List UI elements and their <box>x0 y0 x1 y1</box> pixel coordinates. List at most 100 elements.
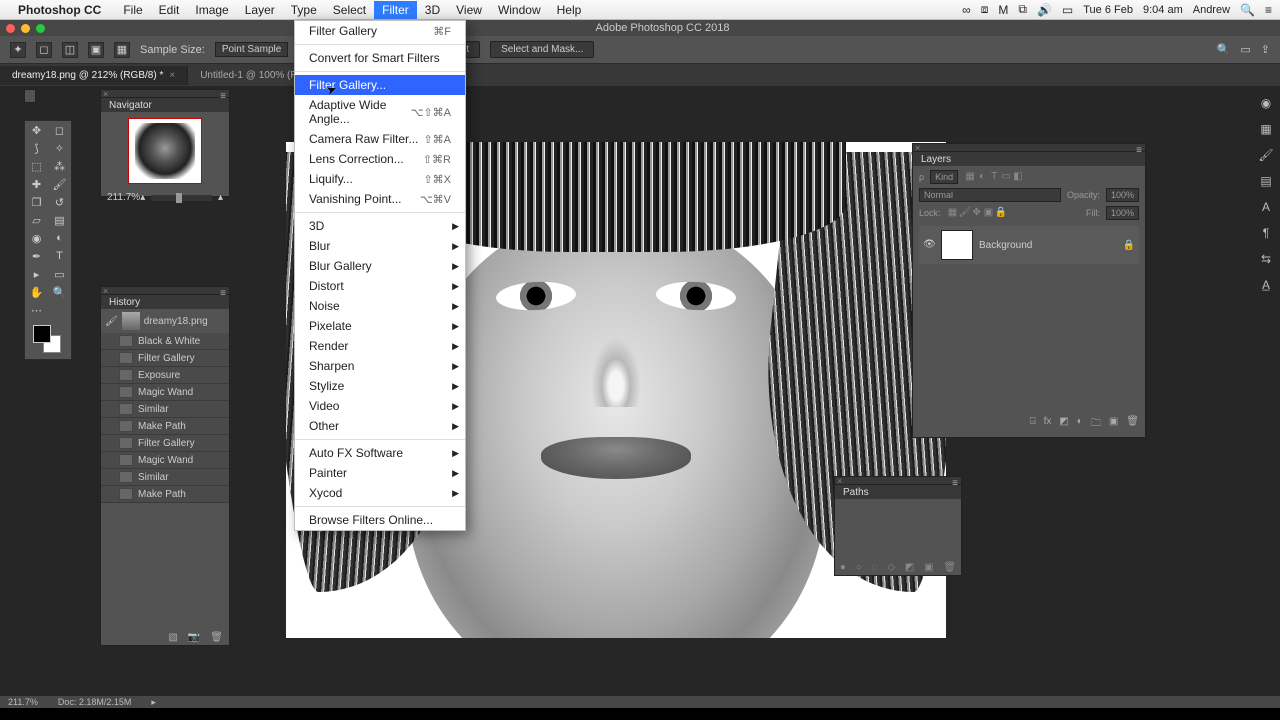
link-layers-icon[interactable]: ⍈ <box>1030 416 1036 433</box>
layer-name[interactable]: Background <box>979 240 1032 251</box>
filter-item[interactable]: Adaptive Wide Angle...⌥⇧⌘A <box>295 95 465 129</box>
magic-wand-tool[interactable]: ✧ <box>48 139 71 157</box>
status-arrow-icon[interactable]: ▸ <box>151 697 156 708</box>
window-zoom[interactable] <box>36 24 45 33</box>
filter-item[interactable]: Lens Correction...⇧⌘R <box>295 149 465 169</box>
eyedropper-tool[interactable]: ⁂ <box>48 157 71 175</box>
filter-plugin-submenu[interactable]: Painter▶ <box>295 463 465 483</box>
navigator-thumbnail[interactable] <box>128 118 202 184</box>
panel-menu-icon[interactable]: ≡ <box>220 91 226 102</box>
share-icon[interactable]: ⇪ <box>1261 43 1270 56</box>
pen-tool[interactable]: ✒ <box>25 247 48 265</box>
fill-path-icon[interactable]: ● <box>840 562 846 573</box>
eraser-tool[interactable]: ▱ <box>25 211 48 229</box>
close-icon[interactable]: × <box>169 70 175 81</box>
history-step[interactable]: Exposure <box>101 367 229 384</box>
brush-tool[interactable]: 🖌 <box>48 175 71 193</box>
layer-thumbnail[interactable] <box>941 230 973 260</box>
app-name[interactable]: Photoshop CC <box>18 3 101 17</box>
lock-icons[interactable]: ▦🖌✥▣🔒 <box>947 207 1007 219</box>
history-tab[interactable]: History <box>101 295 148 310</box>
paragraph-icon[interactable]: ¶ <box>1258 225 1274 241</box>
blend-mode-select[interactable]: Normal <box>919 188 1061 202</box>
adjustment-layer-icon[interactable]: ◐ <box>1077 416 1083 433</box>
layer-filter-kind[interactable]: Kind <box>930 170 958 184</box>
blur-tool[interactable]: ◉ <box>25 229 48 247</box>
filter-browse-online[interactable]: Browse Filters Online... <box>295 510 465 530</box>
filter-submenu[interactable]: 3D▶ <box>295 216 465 236</box>
history-brush-source-icon[interactable]: 🖌 <box>105 316 118 327</box>
menu-window[interactable]: Window <box>490 1 549 19</box>
filter-submenu[interactable]: Blur Gallery▶ <box>295 256 465 276</box>
layer-style-icon[interactable]: fx <box>1044 416 1052 433</box>
menu-edit[interactable]: Edit <box>151 1 188 19</box>
stroke-path-icon[interactable]: ○ <box>856 562 862 573</box>
selection-add-icon[interactable]: ◫ <box>62 42 78 58</box>
swatches-icon[interactable]: ▦ <box>1258 121 1274 137</box>
filter-item[interactable]: Liquify...⇧⌘X <box>295 169 465 189</box>
search-icon[interactable]: 🔍 <box>1217 43 1231 56</box>
layers-tab[interactable]: Layers <box>913 152 959 167</box>
status-doc-size[interactable]: Doc: 2.18M/2.15M <box>58 697 132 707</box>
selection-subtract-icon[interactable]: ▣ <box>88 42 104 58</box>
path-select-tool[interactable]: ▸ <box>25 265 48 283</box>
fill-input[interactable]: 100% <box>1106 206 1139 220</box>
history-step[interactable]: Make Path <box>101 418 229 435</box>
clone-tool[interactable]: ❐ <box>25 193 48 211</box>
window-minimize[interactable] <box>21 24 30 33</box>
snapshot-icon[interactable]: 📷 <box>188 632 200 643</box>
navigator-zoom-slider[interactable] <box>151 195 212 201</box>
history-step[interactable]: Similar <box>101 401 229 418</box>
filter-submenu[interactable]: Stylize▶ <box>295 376 465 396</box>
brushes-icon[interactable]: 🖌 <box>1258 147 1274 163</box>
selection-intersect-icon[interactable]: ▦ <box>114 42 130 58</box>
collapsed-color-panel[interactable] <box>24 89 36 103</box>
shape-tool[interactable]: ▭ <box>48 265 71 283</box>
navigator-zoom-value[interactable]: 211.7% <box>107 192 140 203</box>
menu-select[interactable]: Select <box>325 1 374 19</box>
hand-tool[interactable]: ✋ <box>25 283 48 301</box>
filter-submenu[interactable]: Blur▶ <box>295 236 465 256</box>
trash-icon[interactable]: 🗑 <box>943 562 956 573</box>
history-step[interactable]: Black & White <box>101 333 229 350</box>
healing-tool[interactable]: ✚ <box>25 175 48 193</box>
group-icon[interactable]: 🗀 <box>1091 416 1101 433</box>
edit-toolbar[interactable]: ⋯ <box>25 301 48 319</box>
color-swatches[interactable] <box>29 325 67 355</box>
select-and-mask-button[interactable]: Select and Mask... <box>490 41 594 58</box>
history-step[interactable]: Make Path <box>101 486 229 503</box>
path-from-selection-icon[interactable]: ◇ <box>887 562 895 573</box>
menu-image[interactable]: Image <box>187 1 236 19</box>
menu-type[interactable]: Type <box>283 1 325 19</box>
zoom-tool[interactable]: 🔍 <box>48 283 71 301</box>
lasso-tool[interactable]: ⟆ <box>25 139 48 157</box>
layer-filter-icons[interactable]: ▦◐T▭◧ <box>964 171 1024 183</box>
filter-plugin-submenu[interactable]: Auto FX Software▶ <box>295 443 465 463</box>
mask-from-path-icon[interactable]: ◩ <box>905 562 914 573</box>
menu-filter[interactable]: Filter <box>374 1 417 19</box>
history-step[interactable]: Similar <box>101 469 229 486</box>
selection-from-path-icon[interactable]: ◌ <box>872 562 878 573</box>
menu-3d[interactable]: 3D <box>417 1 448 19</box>
dodge-tool[interactable]: ◐ <box>48 229 71 247</box>
panel-menu-icon[interactable]: ≡ <box>1136 145 1142 156</box>
navigator-tab[interactable]: Navigator <box>101 98 160 113</box>
panel-menu-icon[interactable]: ≡ <box>220 288 226 299</box>
filter-submenu[interactable]: Sharpen▶ <box>295 356 465 376</box>
new-path-icon[interactable]: ▣ <box>924 562 933 573</box>
create-document-icon[interactable]: ▧ <box>168 632 177 643</box>
crop-tool[interactable]: ⬚ <box>25 157 48 175</box>
zoom-in-icon[interactable]: ▴ <box>218 192 223 203</box>
filter-convert-smart[interactable]: Convert for Smart Filters <box>295 48 465 68</box>
panel-close-icon[interactable]: × <box>915 143 920 153</box>
menu-view[interactable]: View <box>448 1 490 19</box>
visibility-icon[interactable]: 👁 <box>923 239 935 251</box>
window-close[interactable] <box>6 24 15 33</box>
gradient-tool[interactable]: ▤ <box>48 211 71 229</box>
layer-mask-icon[interactable]: ◩ <box>1059 416 1068 433</box>
history-step[interactable]: Filter Gallery <box>101 435 229 452</box>
menu-layer[interactable]: Layer <box>237 1 283 19</box>
history-step[interactable]: Magic Wand <box>101 452 229 469</box>
history-step[interactable]: Filter Gallery <box>101 350 229 367</box>
filter-submenu[interactable]: Noise▶ <box>295 296 465 316</box>
